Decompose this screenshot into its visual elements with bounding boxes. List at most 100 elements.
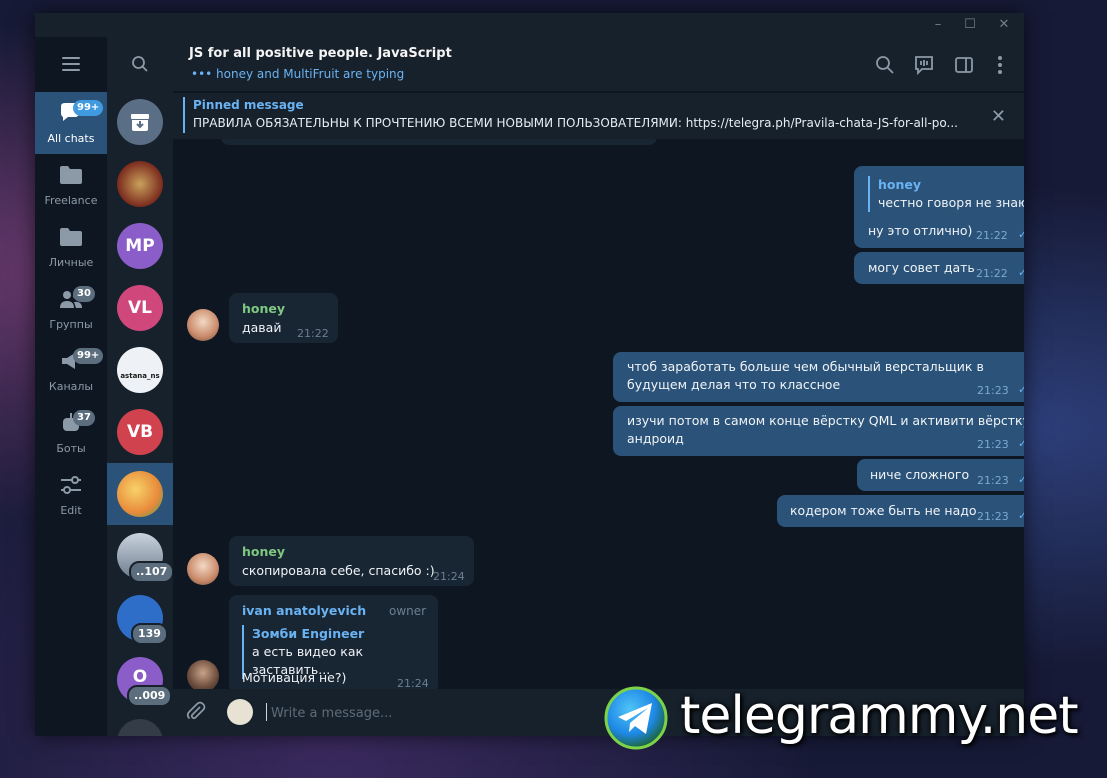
unread-badge: ..009	[127, 685, 173, 707]
message-text: могу совет дать	[868, 260, 975, 275]
folder-freelance[interactable]: Freelance	[35, 154, 107, 216]
message-time: 21:23	[977, 474, 1009, 487]
message-text-line: чтоб заработать больше чем обычный верст…	[627, 359, 984, 374]
read-ticks-icon: ✓✓	[1018, 266, 1024, 279]
message-bubble-partial	[221, 139, 657, 145]
message-time: 21:22	[297, 327, 329, 340]
message-time: 21:22	[976, 229, 1008, 242]
reply-author: Зомби Engineer	[252, 626, 365, 641]
folder-icon	[60, 228, 82, 246]
sliders-icon	[61, 476, 81, 494]
chat-header: JS for all positive people. JavaScript •…	[173, 37, 1024, 91]
message-bubble-out[interactable]: могу совет дать 21:22 ✓✓	[854, 252, 1024, 284]
folder-all-chats[interactable]: 99+ All chats	[35, 92, 107, 154]
folder-channels[interactable]: 99+ Каналы	[35, 340, 107, 402]
title-bar: – ☐ ✕	[35, 13, 1024, 37]
chat-pane: JS for all positive people. JavaScript •…	[173, 37, 1024, 736]
message-bubble-out[interactable]: honey честно говоря не знаю... ну это от…	[854, 166, 1024, 248]
chat-avatar-astana[interactable]: astana_ns	[117, 347, 163, 393]
message-bubble-out[interactable]: чтоб заработать больше чем обычный верст…	[613, 352, 1024, 402]
folder-groups[interactable]: 30 Группы	[35, 278, 107, 340]
message-bubble-in[interactable]: honey давай 21:22	[229, 293, 338, 343]
chat-avatar[interactable]	[117, 719, 163, 736]
pinned-accent-bar	[183, 97, 185, 133]
folder-bots[interactable]: 37 Боты	[35, 402, 107, 464]
user-avatar-ivan[interactable]	[187, 660, 219, 689]
folder-edit[interactable]: Edit	[35, 464, 107, 526]
message-bubble-out[interactable]: кодером тоже быть не надо 21:23 ✓✓	[777, 495, 1024, 527]
folder-badge: 37	[73, 410, 95, 426]
read-ticks-icon: ✓✓	[1018, 509, 1024, 522]
close-pinned-icon[interactable]: ✕	[991, 106, 1006, 127]
sender-name[interactable]: ivan anatolyevich	[242, 602, 366, 620]
typing-status: ••• honey and MultiFruit are typing	[191, 67, 405, 81]
sidebar-toggle-icon[interactable]	[953, 54, 975, 76]
folder-sidebar: 99+ All chats Freelance Личные 30 Группы	[35, 37, 107, 736]
pinned-message-bar[interactable]: Pinned message ПРАВИЛА ОБЯЗАТЕЛЬНЫ К ПРО…	[173, 93, 1024, 139]
message-text: давай	[242, 320, 282, 335]
message-list: honey честно говоря не знаю... ну это от…	[173, 139, 1024, 689]
text-cursor	[266, 703, 267, 721]
message-bubble-out[interactable]: ниче сложного 21:23 ✓✓	[857, 459, 1024, 491]
watermark: telegrammy.net	[604, 686, 1094, 750]
chat-avatar[interactable]	[117, 161, 163, 207]
chat-list-collapsed: MP VL astana_ns VB ..107 139 O ..009	[107, 37, 173, 736]
search-icon[interactable]	[131, 55, 149, 73]
message-bubble-in[interactable]: ivan anatolyevich owner Зомби Engineer а…	[229, 595, 438, 689]
telegram-window: – ☐ ✕ 99+ All chats Freelance Личные 30 …	[35, 13, 1024, 736]
archive-chat[interactable]	[117, 99, 163, 145]
read-ticks-icon: ✓✓	[1018, 473, 1024, 486]
read-ticks-icon: ✓✓	[1018, 228, 1024, 241]
maximize-button[interactable]: ☐	[956, 15, 984, 35]
message-time: 21:23	[977, 384, 1009, 397]
unread-badge: 139	[131, 623, 168, 645]
sender-name[interactable]: honey	[242, 543, 285, 561]
message-text-line: будущем делая что то классное	[627, 377, 841, 392]
menu-icon[interactable]	[62, 57, 80, 71]
user-avatar-honey[interactable]	[187, 553, 219, 585]
message-time: 21:22	[976, 267, 1008, 280]
unread-badge: ..107	[129, 561, 173, 583]
message-text: ниче сложного	[870, 467, 970, 482]
message-time: 21:23	[977, 438, 1009, 451]
minimize-button[interactable]: –	[924, 15, 952, 35]
sender-name[interactable]: honey	[242, 300, 285, 318]
search-icon[interactable]	[874, 54, 896, 76]
reply-preview[interactable]: honey честно говоря не знаю...	[868, 176, 1024, 212]
folder-label: Каналы	[48, 380, 94, 393]
folder-label: Edit	[60, 504, 82, 517]
close-window-button[interactable]: ✕	[990, 15, 1018, 35]
chat-title[interactable]: JS for all positive people. JavaScript	[189, 46, 452, 61]
attach-icon[interactable]	[185, 701, 207, 723]
watermark-text: telegrammy.net	[680, 686, 1079, 746]
chat-avatar-mp[interactable]: MP	[117, 223, 163, 269]
read-ticks-icon: ✓✓	[1018, 383, 1024, 396]
message-bubble-out[interactable]: изучи потом в самом конце вёрстку QML и …	[613, 406, 1024, 456]
message-text: Мотивация не?)	[242, 670, 347, 685]
message-text: скопировала себе, спасибо :)	[242, 563, 435, 578]
folder-label: Группы	[49, 318, 93, 331]
folder-badge: 30	[73, 286, 95, 302]
folder-badge: 99+	[73, 100, 104, 116]
chat-avatar-selected[interactable]	[117, 471, 163, 517]
folder-badge: 99+	[73, 348, 104, 364]
reply-text: честно говоря не знаю...	[878, 195, 1024, 210]
more-options-icon[interactable]	[989, 54, 1011, 76]
folder-label: Личные	[48, 256, 94, 269]
pinned-text: ПРАВИЛА ОБЯЗАТЕЛЬНЫ К ПРОЧТЕНИЮ ВСЕМИ НО…	[193, 116, 958, 130]
message-text-line: изучи потом в самом конце вёрстку QML и …	[627, 413, 1024, 428]
folder-personal[interactable]: Личные	[35, 216, 107, 278]
user-avatar-honey[interactable]	[187, 309, 219, 341]
message-text-line: андроид	[627, 431, 684, 446]
folder-label: Боты	[56, 442, 86, 455]
message-time: 21:24	[397, 677, 429, 689]
chat-avatar-vb[interactable]: VB	[117, 409, 163, 455]
message-time: 21:24	[433, 570, 465, 583]
read-ticks-icon: ✓✓	[1018, 437, 1024, 450]
folder-label: Freelance	[44, 194, 98, 207]
video-chat-icon[interactable]	[913, 54, 935, 76]
chat-avatar-vl[interactable]: VL	[117, 285, 163, 331]
send-as-avatar[interactable]	[227, 699, 253, 725]
pinned-title: Pinned message	[193, 98, 304, 112]
message-bubble-in[interactable]: honey скопировала себе, спасибо :) 21:24	[229, 536, 474, 586]
